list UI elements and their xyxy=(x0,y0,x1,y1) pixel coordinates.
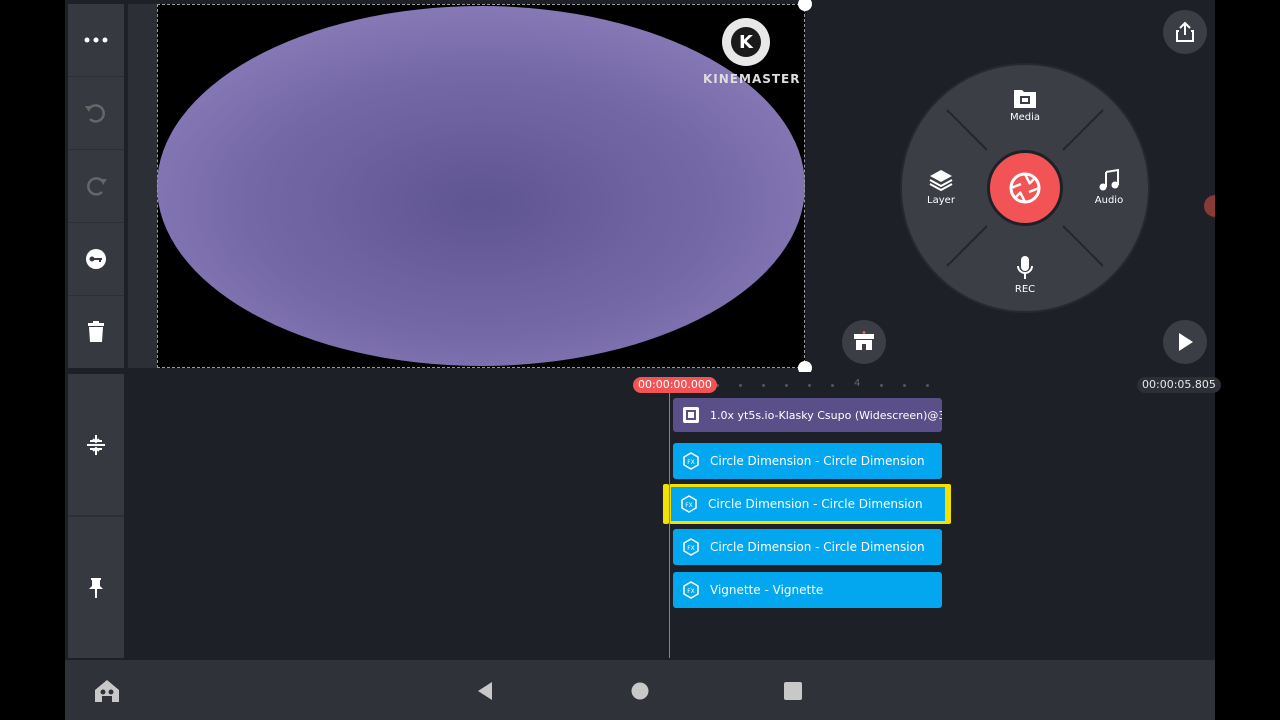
audio-button[interactable]: Audio xyxy=(1079,168,1139,206)
share-icon xyxy=(1176,21,1194,42)
selection-handle-right[interactable] xyxy=(945,484,951,524)
fx-clip-label: Vignette - Vignette xyxy=(710,583,824,597)
layer-button[interactable]: Layer xyxy=(911,168,971,206)
back-button[interactable] xyxy=(475,680,495,706)
key-icon xyxy=(86,249,106,269)
video-clip[interactable]: 1.0x yt5s.io-Klasky Csupo (Widescreen)@3… xyxy=(673,398,942,432)
kinemaster-watermark: K KINEMASTER xyxy=(703,18,801,86)
svg-text:FX: FX xyxy=(685,502,693,509)
recents-button[interactable] xyxy=(784,682,802,704)
ruler-label: 4 xyxy=(854,378,861,389)
left-toolbar xyxy=(68,4,124,368)
fx-clip-label: Circle Dimension - Circle Dimension xyxy=(710,540,925,554)
pin-button[interactable] xyxy=(68,517,124,658)
camera-shutter-icon xyxy=(1009,172,1041,204)
fx-effect-icon: FX xyxy=(681,495,697,513)
fx-clip[interactable]: FX Circle Dimension - Circle Dimension xyxy=(673,443,942,479)
undo-button[interactable] xyxy=(68,77,124,149)
recents-square-icon xyxy=(784,682,802,700)
layers-icon xyxy=(929,170,953,192)
home-circle-icon xyxy=(631,682,649,700)
media-button[interactable]: Media xyxy=(995,87,1055,123)
fx-effect-icon: FX xyxy=(683,538,699,556)
fx-clip-label: Circle Dimension - Circle Dimension xyxy=(710,454,925,468)
redo-button[interactable] xyxy=(68,150,124,222)
key-button[interactable] xyxy=(68,223,124,295)
fx-effect-icon: FX xyxy=(683,452,699,470)
more-button[interactable] xyxy=(68,4,124,76)
back-triangle-icon xyxy=(478,682,492,700)
share-button[interactable] xyxy=(1163,10,1207,54)
trash-icon xyxy=(88,321,104,342)
more-icon xyxy=(84,37,108,43)
store-icon xyxy=(854,331,874,350)
system-nav-bar xyxy=(65,660,1215,720)
fx-clip[interactable]: FX Circle Dimension - Circle Dimension xyxy=(673,529,942,565)
fx-clip[interactable]: FX Vignette - Vignette xyxy=(673,572,942,608)
kinemaster-logo-icon: K xyxy=(722,18,770,66)
home-app-button[interactable] xyxy=(93,678,121,708)
svg-text:FX: FX xyxy=(687,588,695,595)
film-icon xyxy=(683,407,699,423)
total-duration-badge: 00:00:05.805 xyxy=(1137,377,1221,393)
redo-icon xyxy=(87,177,107,196)
media-wheel: Media Layer Audio REC xyxy=(900,63,1150,313)
video-preview[interactable]: K KINEMASTER xyxy=(157,0,812,375)
current-time-badge: 00:00:00.000 xyxy=(633,377,717,393)
music-note-icon xyxy=(1099,168,1119,191)
svg-text:FX: FX xyxy=(687,545,695,552)
rec-button[interactable]: REC xyxy=(995,255,1055,295)
media-folder-icon xyxy=(1014,90,1036,108)
playhead[interactable] xyxy=(669,390,670,658)
home-app-icon xyxy=(95,680,119,702)
pin-icon xyxy=(89,577,103,598)
fx-effect-icon: FX xyxy=(683,581,699,599)
play-button[interactable] xyxy=(1163,320,1207,364)
expand-timeline-button[interactable] xyxy=(68,374,124,515)
expand-tracks-icon xyxy=(87,434,105,455)
fx-clip-label: Circle Dimension - Circle Dimension xyxy=(708,497,923,511)
watermark-text: KINEMASTER xyxy=(703,72,801,86)
timeline-toolbar xyxy=(68,374,124,658)
play-icon xyxy=(1179,333,1193,351)
home-button[interactable] xyxy=(631,682,649,704)
video-clip-label: 1.0x yt5s.io-Klasky Csupo (Widescreen)@3… xyxy=(710,408,942,422)
capture-button[interactable] xyxy=(987,150,1063,226)
delete-button[interactable] xyxy=(68,296,124,368)
svg-text:FX: FX xyxy=(687,459,695,466)
fx-clip-selected[interactable]: FX Circle Dimension - Circle Dimension xyxy=(668,484,951,524)
microphone-icon xyxy=(1017,256,1033,279)
asset-store-button[interactable] xyxy=(842,320,886,364)
undo-icon xyxy=(85,104,105,123)
